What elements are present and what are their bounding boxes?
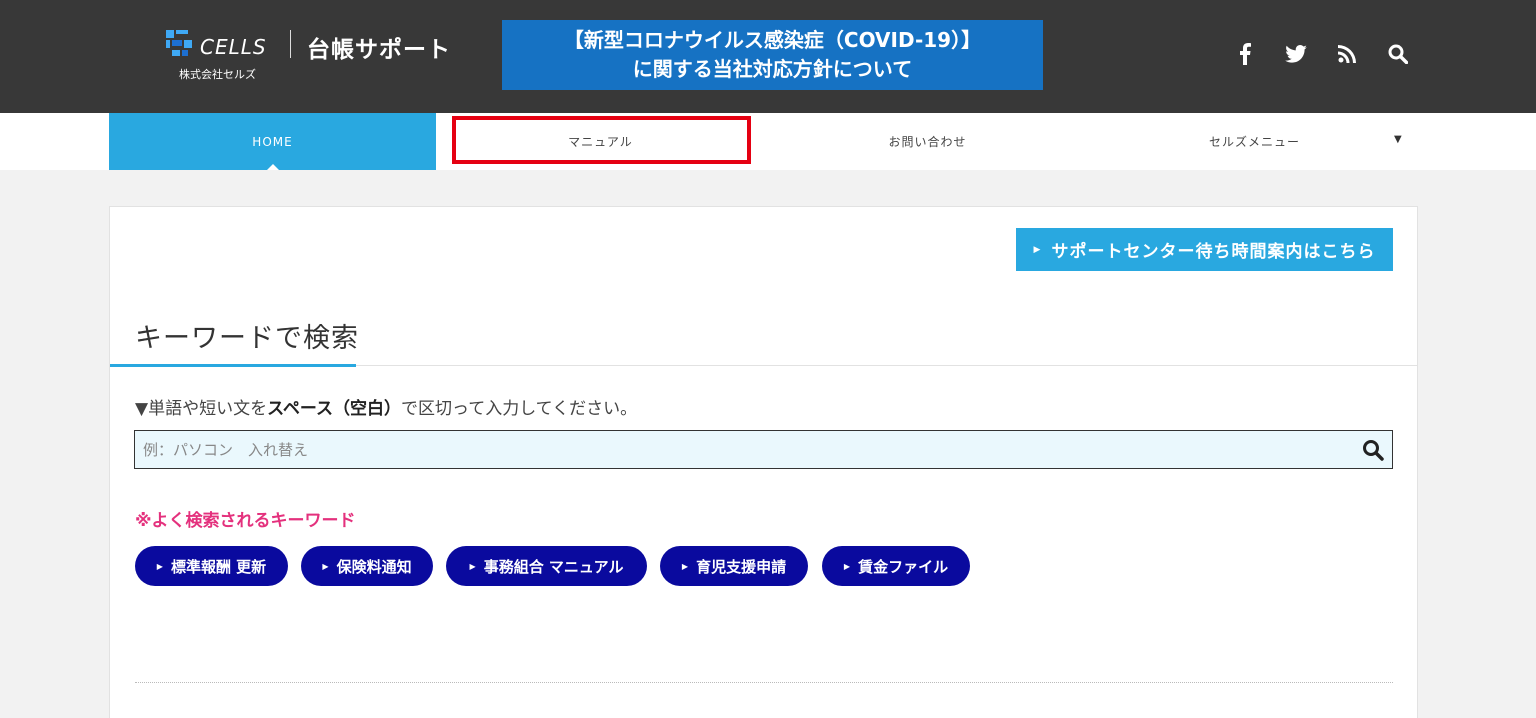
keyword-search-input[interactable]: [135, 431, 1345, 468]
keyword-tag-label: 賃金ファイル: [858, 557, 949, 576]
search-icon[interactable]: [1362, 439, 1384, 461]
keyword-tag-label: 育児支援申請: [696, 557, 787, 576]
search-instruction: ▼単語や短い文をスペース（空白）で区切って入力してください。: [135, 394, 637, 419]
facebook-icon[interactable]: [1231, 40, 1259, 68]
cells-logo-mark-icon: [166, 30, 192, 56]
section-title: キーワードで検索: [135, 323, 359, 354]
support-center-wait-time-button[interactable]: ▶ サポートセンター待ち時間案内はこちら: [1016, 228, 1393, 271]
main-nav: HOME マニュアル お問い合わせ セルズメニュー: [0, 113, 1536, 170]
section-title-underline: [110, 364, 356, 367]
keyword-tag[interactable]: ▶ 保険料通知: [301, 546, 433, 586]
play-arrow-icon: ▶: [681, 561, 689, 571]
instruction-text-bold: スペース（空白）: [267, 399, 402, 419]
popular-keywords-title: ※よく検索されるキーワード: [135, 511, 356, 531]
play-arrow-icon: ▶: [1033, 244, 1042, 255]
logo-divider: [290, 30, 291, 58]
site-header: CELLS 株式会社セルズ 台帳サポート 【新型コロナウイルス感染症（COVID…: [0, 0, 1536, 113]
twitter-icon[interactable]: [1282, 40, 1310, 68]
banner-line-1: 【新型コロナウイルス感染症（COVID-19）】: [563, 28, 982, 52]
nav-item-contact[interactable]: お問い合わせ: [764, 113, 1091, 170]
nav-item-manual[interactable]: マニュアル: [437, 113, 764, 170]
keyword-tag[interactable]: ▶ 標準報酬 更新: [135, 546, 288, 586]
site-title[interactable]: 台帳サポート: [307, 30, 451, 64]
keyword-tag-label: 事務組合 マニュアル: [483, 557, 624, 576]
play-arrow-icon: ▶: [322, 561, 329, 571]
cells-logo[interactable]: CELLS: [164, 28, 274, 58]
play-arrow-icon: ▶: [156, 561, 163, 571]
logo-wordmark: CELLS: [200, 35, 267, 59]
rss-icon[interactable]: [1333, 40, 1361, 68]
chevron-down-icon[interactable]: ▼: [1394, 134, 1402, 145]
play-arrow-icon: ▶: [469, 561, 476, 571]
header-search-icon[interactable]: [1384, 40, 1412, 68]
banner-line-2: に関する当社対応方針について: [632, 57, 913, 81]
keyword-tag[interactable]: ▶ 育児支援申請: [660, 546, 808, 586]
keyword-tag[interactable]: ▶ 賃金ファイル: [822, 546, 970, 586]
covid-notice-banner[interactable]: 【新型コロナウイルス感染症（COVID-19）】 に関する当社対応方針について: [502, 20, 1043, 90]
keyword-tag-label: 保険料通知: [336, 557, 412, 576]
play-arrow-icon: ▶: [843, 561, 851, 571]
instruction-text-start: ▼単語や短い文を: [135, 399, 268, 419]
instruction-text-end: で区切って入力してください。: [401, 399, 638, 419]
nav-item-cells-menu[interactable]: セルズメニュー: [1091, 113, 1418, 170]
keyword-search-box: [134, 430, 1393, 469]
dotted-divider: [135, 682, 1393, 683]
nav-item-home[interactable]: HOME: [109, 113, 436, 170]
support-button-label: サポートセンター待ち時間案内はこちら: [1051, 242, 1376, 262]
keyword-tag-label: 標準報酬 更新: [170, 557, 267, 576]
company-name: 株式会社セルズ: [179, 68, 256, 81]
keyword-tag[interactable]: ▶ 事務組合 マニュアル: [446, 546, 647, 586]
